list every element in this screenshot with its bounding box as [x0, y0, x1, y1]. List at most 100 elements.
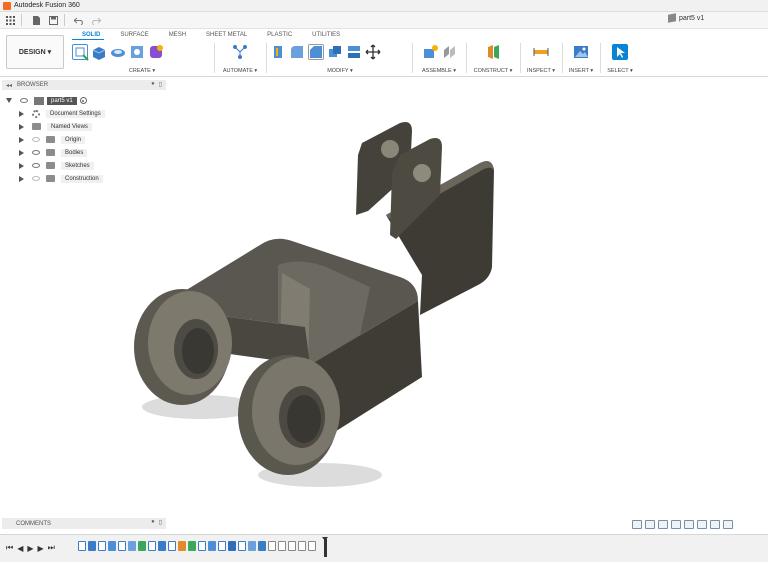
insert-image-icon[interactable]	[573, 44, 589, 60]
extrude-icon[interactable]	[91, 44, 107, 60]
timeline-extrude-icon[interactable]	[158, 541, 166, 551]
automate-menu[interactable]: AUTOMATE ▾	[216, 68, 264, 74]
display-settings-icon[interactable]	[697, 519, 707, 529]
fillet-icon[interactable]	[289, 44, 305, 60]
timeline-sketch-icon[interactable]	[78, 541, 86, 551]
tree-root[interactable]: part5 v1	[6, 94, 166, 107]
comments-panel[interactable]: COMMENTS ● ▯	[2, 518, 166, 529]
offset-plane-icon[interactable]	[485, 44, 501, 60]
play-icon[interactable]: ▶	[27, 544, 33, 553]
expand-arrow-icon[interactable]	[18, 123, 24, 130]
expand-arrow-icon[interactable]	[18, 162, 24, 169]
timeline-sketch-icon[interactable]	[238, 541, 246, 551]
select-cursor-icon[interactable]	[612, 44, 628, 60]
tab-utilities[interactable]: UTILITIES	[302, 31, 350, 40]
inspect-menu[interactable]: INSPECT ▾	[522, 68, 560, 74]
panel-menu-icon[interactable]: ▯	[159, 81, 162, 88]
timeline-marker-handle[interactable]	[322, 537, 328, 557]
look-at-icon[interactable]	[645, 519, 655, 529]
panel-menu-icon[interactable]: ▯	[159, 519, 162, 526]
tab-surface[interactable]: SURFACE	[110, 31, 158, 40]
chamfer-icon[interactable]	[308, 44, 324, 60]
measure-icon[interactable]	[533, 44, 549, 60]
timeline-plane-icon[interactable]	[188, 541, 196, 551]
timeline-plane-icon[interactable]	[178, 541, 186, 551]
revolve-icon[interactable]	[110, 44, 126, 60]
grid-settings-icon[interactable]	[710, 519, 720, 529]
automate-node-icon[interactable]	[232, 44, 248, 60]
joint-icon[interactable]	[441, 44, 457, 60]
visibility-eye-icon[interactable]	[32, 150, 40, 155]
hole-icon[interactable]	[129, 44, 145, 60]
timeline-feature-icon[interactable]	[298, 541, 306, 551]
timeline-feature-icon[interactable]	[288, 541, 296, 551]
undo-icon[interactable]	[72, 13, 86, 27]
save-icon[interactable]	[46, 13, 60, 27]
timeline-sketch-icon[interactable]	[198, 541, 206, 551]
create-menu[interactable]: CREATE ▾	[72, 68, 212, 74]
timeline-plane-icon[interactable]	[138, 541, 146, 551]
tab-sheet-metal[interactable]: SHEET METAL	[196, 31, 257, 40]
add-comment-icon[interactable]: ●	[151, 519, 155, 526]
move-icon[interactable]	[365, 44, 381, 60]
timeline-feature-icon[interactable]	[278, 541, 286, 551]
step-back-icon[interactable]: ◀	[17, 544, 23, 553]
visibility-eye-icon[interactable]	[32, 163, 40, 168]
timeline-hole-icon[interactable]	[228, 541, 236, 551]
group-divider	[520, 43, 521, 73]
combine-icon[interactable]	[346, 44, 362, 60]
workspace-switcher-button[interactable]: DESIGN ▾	[6, 35, 64, 69]
tree-item-label: Named Views	[47, 122, 92, 131]
insert-menu[interactable]: INSERT ▾	[564, 68, 598, 74]
select-menu[interactable]: SELECT ▾	[602, 68, 638, 74]
expand-arrow-icon[interactable]	[18, 110, 24, 117]
go-to-end-icon[interactable]: ⏭	[48, 543, 55, 553]
visibility-eye-icon[interactable]	[32, 137, 40, 142]
expand-arrow-icon[interactable]	[18, 175, 24, 182]
assemble-menu[interactable]: ASSEMBLE ▾	[414, 68, 464, 74]
timeline-sketch-icon[interactable]	[218, 541, 226, 551]
timeline-extrude-icon[interactable]	[208, 541, 216, 551]
expand-arrow-icon[interactable]	[6, 97, 12, 104]
expand-arrow-icon[interactable]	[18, 149, 24, 156]
comments-title: COMMENTS	[16, 520, 51, 527]
timeline-feature-icon[interactable]	[268, 541, 276, 551]
shell-icon[interactable]	[327, 44, 343, 60]
timeline-sketch-icon[interactable]	[148, 541, 156, 551]
collapse-panel-icon[interactable]: ◂◂	[6, 82, 12, 89]
visibility-eye-icon[interactable]	[20, 98, 28, 103]
activate-radio-icon[interactable]	[79, 97, 87, 104]
zoom-icon[interactable]	[671, 519, 681, 529]
orbit-icon[interactable]	[632, 519, 642, 529]
data-panel-grid-icon[interactable]	[3, 13, 17, 27]
expand-arrow-icon[interactable]	[18, 136, 24, 143]
step-forward-icon[interactable]: ▶	[38, 544, 44, 553]
redo-icon[interactable]	[89, 13, 103, 27]
new-component-icon[interactable]	[422, 44, 438, 60]
document-tab[interactable]: part5 v1	[668, 13, 704, 23]
go-to-start-icon[interactable]: ⏮	[6, 543, 13, 553]
visibility-eye-icon[interactable]	[32, 176, 40, 181]
timeline-extrude-icon[interactable]	[88, 541, 96, 551]
viewports-icon[interactable]	[723, 519, 733, 529]
tab-mesh[interactable]: MESH	[159, 31, 196, 40]
timeline-feature-icon[interactable]	[308, 541, 316, 551]
model-viewport[interactable]	[100, 115, 520, 515]
tab-plastic[interactable]: PLASTIC	[257, 31, 302, 40]
pan-icon[interactable]	[658, 519, 668, 529]
pin-icon[interactable]: ●	[151, 81, 155, 88]
construct-menu[interactable]: CONSTRUCT ▾	[468, 68, 518, 74]
modify-menu[interactable]: MODIFY ▾	[270, 68, 410, 74]
form-icon[interactable]	[148, 44, 164, 60]
fit-view-icon[interactable]	[684, 519, 694, 529]
timeline-fillet-icon[interactable]	[248, 541, 256, 551]
timeline-sketch-icon[interactable]	[118, 541, 126, 551]
timeline-sketch-icon[interactable]	[98, 541, 106, 551]
create-sketch-icon[interactable]	[72, 44, 89, 61]
file-menu-icon[interactable]	[29, 13, 43, 27]
timeline-extrude-icon[interactable]	[258, 541, 266, 551]
press-pull-icon[interactable]	[270, 44, 286, 60]
timeline-fillet-icon[interactable]	[128, 541, 136, 551]
timeline-extrude-icon[interactable]	[108, 541, 116, 551]
timeline-sketch-icon[interactable]	[168, 541, 176, 551]
